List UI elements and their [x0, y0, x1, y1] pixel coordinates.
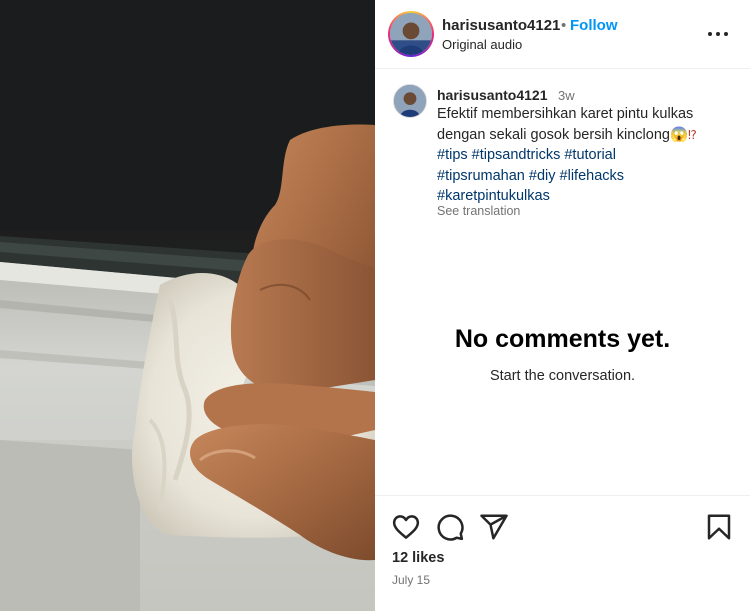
caption-text: Efektif membersihkan karet pintu kulkas …	[437, 104, 737, 207]
interrobang-emoji: ⁉	[688, 127, 697, 142]
hashtag-line: #tips #tipsandtricks #tutorial	[437, 145, 737, 166]
likes-count[interactable]: 12 likes	[392, 550, 444, 566]
bookmark-icon	[707, 514, 731, 540]
caption-avatar[interactable]	[393, 84, 427, 118]
separator-dot: •	[561, 17, 567, 34]
hashtag-link[interactable]: #lifehacks	[560, 168, 624, 184]
post-side-panel: harisusanto4121 • Follow Original audio …	[375, 0, 750, 611]
hashtag-link[interactable]: #diy	[529, 168, 556, 184]
save-button[interactable]	[704, 512, 734, 542]
comment-icon	[437, 514, 464, 541]
start-conversation-text: Start the conversation.	[489, 368, 636, 384]
audio-link[interactable]: Original audio	[442, 37, 522, 52]
hashtag-link[interactable]: #tutorial	[564, 147, 616, 163]
scream-emoji: 😱	[669, 126, 689, 143]
post-date[interactable]: July 15	[392, 573, 430, 587]
caption-timestamp[interactable]: 3w	[558, 88, 575, 103]
hashtag-link[interactable]: #tips	[437, 147, 468, 163]
follow-button[interactable]: Follow	[570, 17, 618, 34]
see-translation-link[interactable]: See translation	[437, 204, 520, 218]
no-comments-title: No comments yet.	[454, 325, 671, 353]
more-horizontal-icon	[708, 32, 728, 36]
caption-line: Efektif membersihkan karet pintu kulkas	[437, 106, 694, 122]
post-video[interactable]	[0, 0, 375, 611]
heart-icon	[392, 515, 420, 539]
video-frame	[0, 0, 375, 611]
hashtag-link[interactable]: #tipsrumahan	[437, 168, 525, 184]
hashtag-link[interactable]: #tipsandtricks	[472, 147, 561, 163]
post-actions: 12 likes July 15	[375, 495, 750, 611]
like-button[interactable]	[391, 512, 421, 542]
share-icon	[480, 514, 508, 540]
author-avatar-ring[interactable]	[388, 11, 434, 57]
caption-username[interactable]: harisusanto4121	[437, 87, 548, 103]
hashtag-link[interactable]: #karetpintukulkas	[437, 188, 550, 204]
caption-line: dengan sekali gosok bersih kinclong😱⁉	[437, 126, 697, 143]
more-options-button[interactable]	[705, 22, 731, 46]
hashtag-line: #tipsrumahan #diy #lifehacks	[437, 166, 737, 187]
author-username[interactable]: harisusanto4121	[442, 17, 560, 34]
share-button[interactable]	[479, 512, 509, 542]
avatar	[390, 13, 432, 55]
comment-button[interactable]	[435, 512, 465, 542]
post-header: harisusanto4121 • Follow Original audio	[375, 0, 750, 69]
